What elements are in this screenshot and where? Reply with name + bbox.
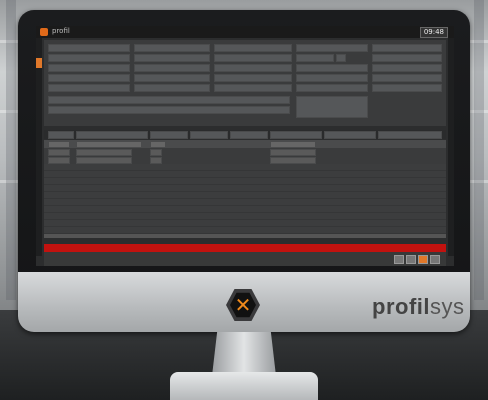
column-header[interactable] — [230, 131, 268, 139]
app-titlebar: profil 09:48 — [36, 26, 454, 38]
notes-field[interactable] — [296, 96, 368, 118]
form-field[interactable] — [372, 64, 442, 72]
record-form — [44, 40, 446, 126]
table-cell — [270, 149, 316, 156]
table-body-empty — [44, 164, 446, 234]
checkbox[interactable] — [336, 54, 346, 62]
form-field-wide[interactable] — [48, 96, 290, 104]
table-cell — [48, 149, 70, 156]
form-field[interactable] — [134, 54, 210, 62]
table-cell — [76, 157, 132, 164]
table-cell — [76, 149, 132, 156]
app-icon — [40, 28, 48, 36]
column-header[interactable] — [324, 131, 376, 139]
toolbar-button[interactable] — [406, 255, 416, 264]
right-scrollbar[interactable] — [448, 38, 454, 256]
background-post — [474, 0, 484, 300]
column-header[interactable] — [270, 131, 322, 139]
table-cell — [270, 157, 316, 164]
app-title: profil — [52, 27, 70, 35]
toolbar-button[interactable] — [418, 255, 428, 264]
form-field[interactable] — [296, 44, 368, 52]
form-field[interactable] — [48, 44, 130, 52]
background-post — [6, 0, 16, 300]
table-cell — [48, 141, 70, 148]
form-field[interactable] — [48, 84, 130, 92]
form-field[interactable] — [48, 54, 130, 62]
toolbar-button[interactable] — [394, 255, 404, 264]
form-field[interactable] — [214, 74, 292, 82]
table-cell — [150, 157, 162, 164]
table-cell — [76, 141, 142, 148]
table-row[interactable] — [44, 140, 446, 148]
form-field[interactable] — [372, 84, 442, 92]
clock-display: 09:48 — [419, 27, 448, 38]
form-field[interactable] — [296, 74, 368, 82]
monitor-foot — [170, 372, 318, 400]
form-field[interactable] — [296, 84, 368, 92]
column-header[interactable] — [48, 131, 74, 139]
form-field[interactable] — [214, 84, 292, 92]
form-field[interactable] — [134, 74, 210, 82]
record-indicator-icon — [36, 58, 42, 68]
form-field[interactable] — [48, 74, 130, 82]
table-cell — [150, 149, 162, 156]
form-field[interactable] — [134, 44, 210, 52]
form-field[interactable] — [296, 64, 368, 72]
bottom-toolbar — [44, 252, 446, 266]
form-field[interactable] — [48, 64, 130, 72]
form-field[interactable] — [372, 44, 442, 52]
form-field[interactable] — [214, 44, 292, 52]
horizontal-scrollbar[interactable] — [44, 234, 446, 238]
form-field[interactable] — [214, 54, 292, 62]
table-cell — [48, 157, 70, 164]
app-screen: profil 09:48 — [36, 26, 454, 266]
toolbar-button[interactable] — [430, 255, 440, 264]
column-header[interactable] — [378, 131, 442, 139]
left-toolbar — [36, 38, 42, 256]
table-cell — [150, 141, 166, 148]
column-header[interactable] — [190, 131, 228, 139]
table-row[interactable] — [44, 156, 446, 164]
monitor-neck — [212, 332, 276, 376]
form-field[interactable] — [134, 64, 210, 72]
column-header[interactable] — [76, 131, 148, 139]
form-field[interactable] — [134, 84, 210, 92]
table-row[interactable] — [44, 148, 446, 156]
form-field[interactable] — [372, 74, 442, 82]
status-alert-bar — [44, 244, 446, 252]
form-field[interactable] — [296, 54, 334, 62]
table-cell — [270, 141, 316, 148]
brand-wordmark: profilsys — [372, 294, 465, 319]
table-header — [44, 130, 446, 139]
form-field-wide[interactable] — [48, 106, 290, 114]
column-header[interactable] — [150, 131, 188, 139]
form-field[interactable] — [214, 64, 292, 72]
form-field[interactable] — [372, 54, 442, 62]
